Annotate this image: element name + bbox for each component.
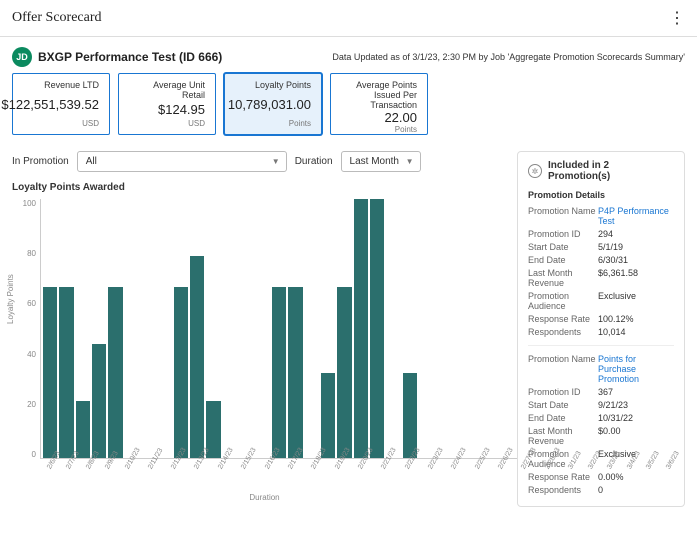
y-axis: 100 80 60 40 20 0	[12, 199, 40, 459]
bar[interactable]	[190, 256, 204, 458]
chart-title: Loyalty Points Awarded	[12, 182, 517, 193]
metric-label: Average Points Issued Per Transaction	[341, 80, 417, 110]
entity-title: BXGP Performance Test (ID 666)	[38, 50, 222, 64]
x-axis: 2/6/232/7/232/8/232/9/232/10/232/11/232/…	[40, 459, 517, 489]
metric-card-0[interactable]: Revenue LTD$122,551,539.52USD	[12, 73, 110, 135]
promotion-value: 10,014	[598, 327, 674, 337]
metric-card-3[interactable]: Average Points Issued Per Transaction22.…	[330, 73, 428, 135]
y-tick: 60	[27, 299, 36, 308]
metric-unit: Points	[395, 125, 417, 134]
more-menu-icon[interactable]: ⋮	[669, 8, 685, 28]
promotion-value: 5/1/19	[598, 242, 674, 252]
metric-unit: Points	[289, 119, 311, 128]
chevron-down-icon: ▼	[272, 157, 280, 166]
y-tick: 40	[27, 350, 36, 359]
promotion-value: $0.00	[598, 426, 674, 446]
in-promotion-select[interactable]: All ▼	[77, 151, 287, 172]
promotion-link[interactable]: Points for Purchase Promotion	[598, 354, 674, 384]
bar[interactable]	[43, 287, 57, 458]
bar[interactable]	[108, 287, 122, 458]
promotion-field: Promotion AudienceExclusive	[528, 291, 674, 311]
metric-unit: USD	[82, 119, 99, 128]
promotion-field: Promotion NameP4P Performance Test	[528, 206, 674, 226]
bar[interactable]	[59, 287, 73, 458]
metric-card-2[interactable]: Loyalty Points 10,789,031.00 Points	[224, 73, 322, 135]
promotion-field: Promotion NamePoints for Purchase Promot…	[528, 354, 674, 384]
duration-label: Duration	[295, 156, 333, 167]
bar[interactable]	[92, 344, 106, 458]
plot-area	[40, 199, 517, 459]
bar[interactable]	[76, 401, 90, 458]
promotion-field: Start Date5/1/19	[528, 242, 674, 252]
metric-label: Revenue LTD	[44, 80, 99, 90]
chart-area: Loyalty Points Awarded Loyalty Points 10…	[12, 182, 517, 502]
filter-row: In Promotion All ▼ Duration Last Month ▼	[0, 147, 517, 182]
metric-unit: USD	[188, 119, 205, 128]
metric-value: $124.95	[158, 102, 205, 117]
metric-label: Loyalty Points	[255, 80, 311, 90]
in-promotion-label: In Promotion	[12, 156, 69, 167]
promotion-value: 6/30/31	[598, 255, 674, 265]
entity-badge-icon: JD	[12, 47, 32, 67]
bar[interactable]	[354, 199, 368, 458]
promotion-value: 100.12%	[598, 314, 674, 324]
promotion-field: Last Month Revenue$6,361.58	[528, 268, 674, 288]
promotion-value: $6,361.58	[598, 268, 674, 288]
page-header: Offer Scorecard ⋮	[0, 0, 697, 37]
promotion-value: 9/21/23	[598, 400, 674, 410]
duration-select[interactable]: Last Month ▼	[341, 151, 421, 172]
promotion-value: Exclusive	[598, 291, 674, 311]
promotion-field: Respondents0	[528, 485, 674, 495]
y-tick: 100	[23, 199, 36, 208]
promotion-field: Response Rate100.12%	[528, 314, 674, 324]
side-panel-header: ✲ Included in 2 Promotion(s)	[528, 160, 674, 182]
divider	[528, 345, 674, 346]
bar[interactable]	[272, 287, 286, 458]
bar[interactable]	[337, 287, 351, 458]
promotion-field: End Date10/31/22	[528, 413, 674, 423]
metric-value: 22.00	[384, 110, 417, 125]
promotion-field: Start Date9/21/23	[528, 400, 674, 410]
data-timestamp: Data Updated as of 3/1/23, 2:30 PM by Jo…	[332, 52, 685, 62]
page-title: Offer Scorecard	[12, 10, 102, 26]
promotion-field: Last Month Revenue$0.00	[528, 426, 674, 446]
bar[interactable]	[370, 199, 384, 458]
promotion-value: 0	[598, 485, 674, 495]
promotion-field: Respondents10,014	[528, 327, 674, 337]
promotion-field: Promotion ID294	[528, 229, 674, 239]
bar[interactable]	[288, 287, 302, 458]
promotion-value: 367	[598, 387, 674, 397]
promotion-field: End Date6/30/31	[528, 255, 674, 265]
bar[interactable]	[403, 373, 417, 458]
side-subheading: Promotion Details	[528, 190, 674, 200]
bar[interactable]	[174, 287, 188, 458]
title-bar: JD BXGP Performance Test (ID 666) Data U…	[0, 37, 697, 73]
metric-label: Average Unit Retail	[129, 80, 205, 100]
promotion-field: Promotion ID367	[528, 387, 674, 397]
promotion-link[interactable]: P4P Performance Test	[598, 206, 674, 226]
metric-card-1[interactable]: Average Unit Retail $124.95 USD	[118, 73, 216, 135]
metric-cards: Revenue LTD$122,551,539.52USDAverage Uni…	[0, 73, 697, 147]
metric-value: $122,551,539.52	[1, 97, 99, 112]
chevron-down-icon: ▼	[406, 157, 414, 166]
promotion-value: 294	[598, 229, 674, 239]
gear-icon: ✲	[528, 164, 542, 178]
y-tick: 20	[27, 400, 36, 409]
bar[interactable]	[321, 373, 335, 458]
metric-value: 10,789,031.00	[228, 97, 311, 112]
promotion-value: 10/31/22	[598, 413, 674, 423]
y-tick: 0	[32, 450, 36, 459]
x-axis-label: Duration	[12, 493, 517, 502]
y-tick: 80	[27, 249, 36, 258]
